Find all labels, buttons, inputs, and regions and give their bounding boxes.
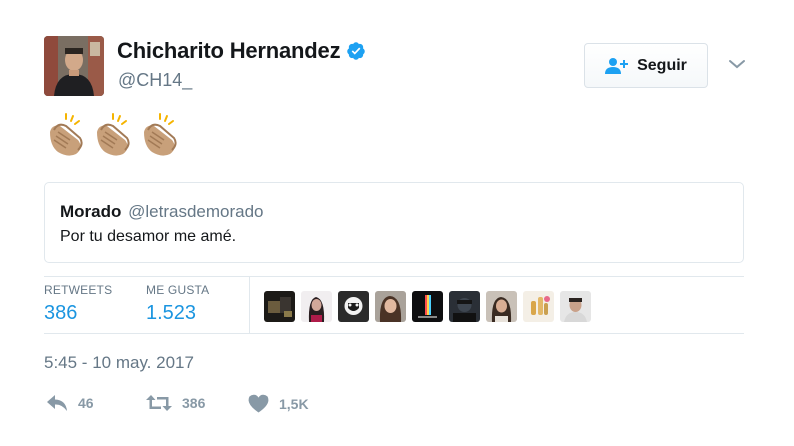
follow-button[interactable]: Seguir [584, 43, 708, 88]
liker-avatars [264, 291, 591, 322]
like-button[interactable]: 1,5K [248, 394, 309, 413]
quoted-tweet[interactable]: Morado @letrasdemorado Por tu desamor me… [44, 182, 744, 263]
retweets-stat[interactable]: RETWEETS 386 [44, 283, 112, 325]
likes-label: ME GUSTA [146, 283, 210, 297]
liker-avatar[interactable] [375, 291, 406, 322]
chevron-down-icon[interactable] [726, 56, 748, 72]
retweet-button[interactable]: 386 [146, 394, 205, 412]
likes-stat[interactable]: ME GUSTA 1.523 [146, 283, 209, 325]
author-avatar[interactable] [44, 36, 104, 96]
quoted-tweet-name: Morado [60, 202, 122, 221]
clapping-hands-icon [144, 113, 177, 156]
reply-count: 46 [78, 395, 94, 411]
liker-avatar[interactable] [412, 291, 443, 322]
liker-avatar[interactable] [264, 291, 295, 322]
clapping-hands-icon [97, 113, 130, 156]
retweet-icon [146, 395, 172, 411]
tweet-text [44, 110, 182, 158]
retweets-value: 386 [44, 302, 78, 324]
verified-badge-icon [347, 42, 366, 60]
reply-button[interactable]: 46 [46, 394, 94, 412]
like-count: 1,5K [279, 395, 309, 412]
author-name[interactable]: Chicharito Hernandez [117, 38, 341, 64]
quoted-tweet-header: Morado @letrasdemorado [60, 202, 264, 222]
quoted-tweet-handle: @letrasdemorado [128, 202, 264, 221]
liker-avatar[interactable] [301, 291, 332, 322]
tweet-timestamp[interactable]: 5:45 - 10 may. 2017 [44, 353, 194, 373]
stats-separator [249, 277, 250, 333]
author-handle[interactable]: @CH14_ [118, 70, 192, 91]
quoted-tweet-text: Por tu desamor me amé. [60, 228, 237, 245]
liker-avatar[interactable] [449, 291, 480, 322]
retweets-label: RETWEETS [44, 283, 113, 297]
clapping-hands-icon [50, 113, 83, 156]
liker-avatar[interactable] [486, 291, 517, 322]
stats-divider-bottom [44, 333, 744, 334]
retweet-count: 386 [182, 395, 206, 411]
likes-value: 1.523 [146, 302, 197, 324]
author-name-row: Chicharito Hernandez [117, 38, 366, 64]
reply-icon [47, 395, 67, 411]
follow-button-label: Seguir [637, 56, 687, 74]
liker-avatar[interactable] [560, 291, 591, 322]
add-user-icon [605, 57, 629, 74]
liker-avatar[interactable] [338, 291, 369, 322]
stats-divider-top [44, 276, 744, 277]
liker-avatar[interactable] [523, 291, 554, 322]
heart-icon [248, 394, 269, 413]
